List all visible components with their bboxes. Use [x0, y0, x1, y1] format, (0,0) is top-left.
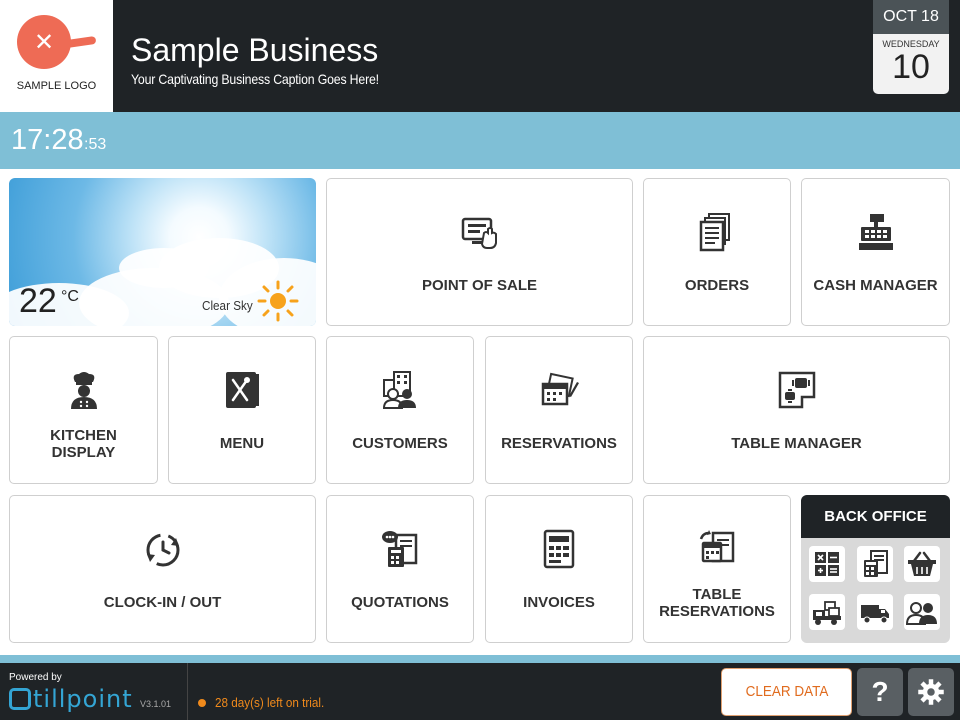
weather-widget: 22 °C Clear Sky [9, 178, 316, 326]
pos-touch-icon [460, 213, 500, 253]
warehouse-icon[interactable] [809, 594, 845, 630]
tile-invoices[interactable]: INVOICES [485, 495, 633, 643]
tile-table-reservations[interactable]: TABLE RESERVATIONS [643, 495, 791, 643]
quotations-icon [380, 529, 420, 569]
cloud-shape [119, 248, 209, 288]
reservations-icon [539, 370, 579, 410]
tile-label: TABLE MANAGER [731, 435, 862, 452]
settings-button[interactable] [908, 668, 954, 716]
staff-icon[interactable] [904, 594, 940, 630]
clock-bar: 17:28 :53 [0, 112, 960, 169]
tillpoint-logo-mark [9, 688, 31, 710]
tile-table-manager[interactable]: TABLE MANAGER [643, 336, 950, 484]
logo-text: SAMPLE LOGO [16, 80, 97, 92]
tile-label: MENU [219, 435, 265, 452]
invoice-icon [539, 529, 579, 569]
tile-cash-manager[interactable]: CASH MANAGER [801, 178, 950, 326]
back-office-panel: BACK OFFICE [801, 495, 950, 643]
gear-icon [918, 679, 944, 705]
back-office-title: BACK OFFICE [801, 495, 950, 538]
basket-icon[interactable] [904, 546, 940, 582]
app-header: ✕ SAMPLE LOGO Sample Business Your Capti… [0, 0, 960, 112]
weather-temperature: 22 [19, 282, 57, 320]
trial-status-dot [198, 699, 206, 707]
tile-quotations[interactable]: QUOTATIONS [326, 495, 474, 643]
tile-label: KITCHEN DISPLAY [50, 427, 117, 461]
documents-icon [697, 212, 737, 252]
tile-reservations[interactable]: RESERVATIONS [485, 336, 633, 484]
tile-label: ORDERS [684, 277, 750, 294]
customers-icon [380, 370, 420, 410]
footer-divider [187, 663, 188, 720]
calculator-icon[interactable] [809, 546, 845, 582]
date-card: OCT 18 WEDNESDAY 10 [873, 0, 949, 94]
tile-label: CUSTOMERS [352, 435, 448, 452]
tile-clock-in-out[interactable]: CLOCK-IN / OUT [9, 495, 316, 643]
help-button[interactable]: ? [857, 668, 903, 716]
trial-status-text: 28 day(s) left on trial. [215, 695, 325, 710]
business-logo: ✕ SAMPLE LOGO [0, 0, 113, 112]
fork-knife-icon: ✕ [33, 28, 55, 56]
delivery-truck-icon[interactable] [857, 594, 893, 630]
menu-book-icon [222, 370, 262, 410]
tile-label: INVOICES [523, 594, 595, 611]
app-footer: Powered by tillpoint V3.1.01 28 day(s) l… [0, 663, 960, 720]
clear-data-button[interactable]: CLEAR DATA [721, 668, 852, 716]
version-text: V3.1.01 [140, 699, 172, 709]
sun-icon [257, 280, 299, 322]
tile-label: QUOTATIONS [351, 594, 449, 611]
business-caption: Your Captivating Business Caption Goes H… [131, 71, 379, 87]
tile-orders[interactable]: ORDERS [643, 178, 791, 326]
floor-plan-icon [777, 370, 817, 410]
footer-accent-strip [0, 655, 960, 663]
tile-point-of-sale[interactable]: POINT OF SALE [326, 178, 633, 326]
date-day: 10 [892, 48, 930, 86]
chef-icon [64, 370, 104, 410]
calendar-refresh-icon [697, 529, 737, 569]
weather-unit: °C [61, 288, 79, 305]
cash-register-icon [856, 212, 896, 252]
spreadsheet-icon[interactable] [857, 546, 893, 582]
tillpoint-logo: tillpoint [9, 685, 133, 713]
tile-label: POINT OF SALE [421, 277, 537, 294]
help-icon: ? [871, 676, 889, 707]
date-month: OCT 18 [873, 0, 949, 34]
clock-seconds: :53 [84, 136, 107, 153]
clock-time: 17:28 [11, 124, 84, 156]
tile-label: CLOCK-IN / OUT [103, 594, 222, 611]
tile-customers[interactable]: CUSTOMERS [326, 336, 474, 484]
powered-by-text: Powered by [9, 672, 62, 683]
tile-menu[interactable]: MENU [168, 336, 316, 484]
tile-label: CASH MANAGER [813, 277, 938, 294]
business-name: Sample Business [131, 32, 379, 68]
clear-data-label: CLEAR DATA [745, 683, 828, 700]
tile-label: TABLE RESERVATIONS [659, 586, 775, 620]
tile-label: RESERVATIONS [501, 435, 617, 452]
tile-kitchen-display[interactable]: KITCHEN DISPLAY [9, 336, 158, 484]
weather-description: Clear Sky [202, 298, 253, 313]
clock-cycle-icon [143, 530, 183, 570]
brand-name: tillpoint [33, 685, 133, 713]
